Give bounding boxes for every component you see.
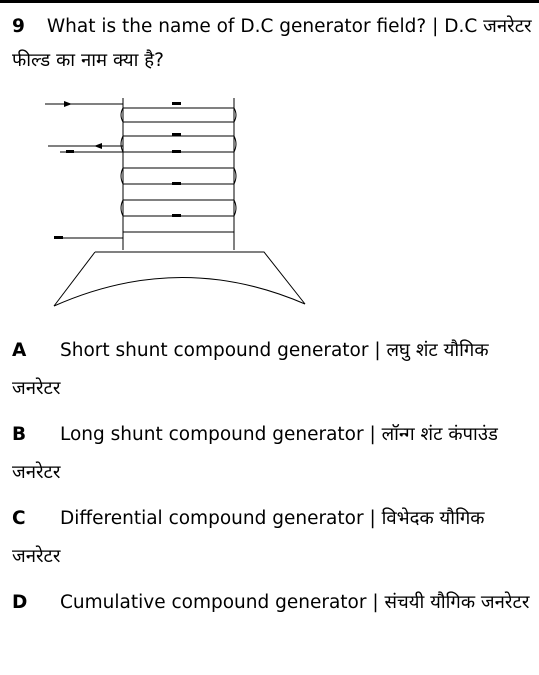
question-number: 9 (12, 16, 25, 37)
question: 9 What is the name of D.C generator field… (12, 10, 532, 78)
option-b[interactable]: B Long shunt compound generator | लॉन्ग श… (12, 416, 532, 492)
field-winding-diagram (45, 98, 306, 307)
option-c-text: Differential compound generator | विभेदक… (12, 508, 485, 567)
top-rule (0, 0, 539, 3)
option-b-letter: B (12, 424, 27, 445)
option-a-text: Short shunt compound generator | लघु शंट… (12, 340, 489, 399)
option-a-letter: A (12, 340, 27, 361)
option-d-text: Cumulative compound generator | संचयी यौ… (60, 592, 530, 613)
option-d[interactable]: D Cumulative compound generator | संचयी य… (12, 584, 532, 622)
option-d-letter: D (12, 592, 28, 613)
question-text: What is the name of D.C generator field?… (12, 16, 532, 71)
option-c[interactable]: C Differential compound generator | विभेद… (12, 500, 532, 576)
option-a[interactable]: A Short shunt compound generator | लघु शं… (12, 332, 532, 408)
option-b-text: Long shunt compound generator | लॉन्ग शं… (12, 424, 498, 483)
option-c-letter: C (12, 508, 26, 529)
